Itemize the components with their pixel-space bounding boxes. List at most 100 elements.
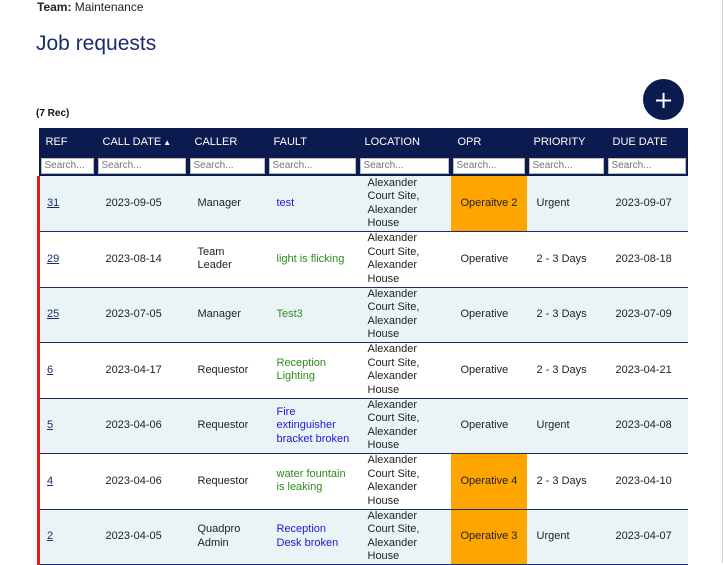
search-input-call-date[interactable] — [97, 157, 186, 174]
job-requests-table: REF CALL DATE ▲ CALLER FAULT LOCATION OPR… — [37, 128, 688, 565]
priority-cell: 2 - 3 Days — [526, 231, 606, 288]
table-row[interactable]: 6 2023-04-17 Requestor Reception Lightin… — [37, 342, 688, 399]
page-title: Job requests — [36, 32, 157, 55]
call-date-cell: 2023-04-06 — [95, 453, 188, 510]
caller-cell: Requestor — [187, 453, 267, 510]
caller-cell: Requestor — [187, 398, 267, 454]
opr-cell: Operative — [450, 398, 527, 454]
team-label: Team: Maintenance — [37, 0, 144, 14]
caller-cell: Manager — [187, 176, 267, 232]
sort-asc-icon: ▲ — [163, 137, 172, 147]
ref-link[interactable]: 31 — [47, 197, 59, 209]
ref-cell: 5 — [37, 398, 96, 454]
ref-cell: 2 — [37, 509, 96, 565]
due-date-cell: 2023-04-10 — [605, 453, 688, 510]
ref-link[interactable]: 5 — [47, 419, 53, 431]
call-date-cell: 2023-04-05 — [95, 509, 188, 565]
opr-cell: Operative 3 — [450, 509, 527, 565]
add-job-button[interactable]: + — [643, 79, 684, 120]
due-date-cell: 2023-04-21 — [605, 342, 688, 399]
filter-cell — [450, 155, 527, 176]
table-header-row: REF CALL DATE ▲ CALLER FAULT LOCATION OPR… — [38, 128, 688, 155]
fault-cell: light is flicking — [266, 231, 358, 288]
ref-cell: 6 — [37, 342, 96, 399]
due-date-cell: 2023-09-07 — [605, 176, 688, 232]
col-header-location[interactable]: LOCATION — [357, 128, 451, 155]
ref-link[interactable]: 25 — [47, 308, 59, 320]
fault-cell: water fountain is leaking — [266, 453, 358, 510]
filter-cell — [605, 155, 688, 176]
filter-cell — [95, 155, 188, 176]
search-input-ref[interactable] — [40, 157, 94, 174]
call-date-cell: 2023-08-14 — [95, 231, 188, 288]
call-date-cell: 2023-07-05 — [95, 287, 188, 343]
ref-cell: 29 — [37, 231, 96, 288]
opr-cell: Operative — [450, 231, 527, 288]
ref-link[interactable]: 29 — [47, 253, 59, 265]
priority-cell: Urgent — [526, 398, 606, 454]
call-date-cell: 2023-04-06 — [95, 398, 188, 454]
ref-cell: 4 — [37, 453, 96, 510]
fault-cell: Reception Lighting — [266, 342, 358, 399]
caller-cell: Team Leader — [187, 231, 267, 288]
col-header-call-date-label: CALL DATE — [102, 135, 162, 148]
team-label-key: Team: — [37, 0, 72, 14]
due-date-cell: 2023-04-08 — [605, 398, 688, 454]
ref-cell: 25 — [37, 287, 96, 343]
col-header-priority[interactable]: PRIORITY — [526, 128, 606, 155]
col-header-opr[interactable]: OPR — [450, 128, 527, 155]
ref-link[interactable]: 2 — [47, 530, 53, 542]
filter-cell — [266, 155, 358, 176]
search-input-opr[interactable] — [452, 157, 525, 174]
priority-cell: Urgent — [526, 176, 606, 232]
col-header-call-date[interactable]: CALL DATE ▲ — [95, 128, 188, 155]
opr-cell: Operative — [450, 287, 527, 343]
table-row[interactable]: 4 2023-04-06 Requestor water fountain is… — [37, 453, 688, 510]
priority-cell: 2 - 3 Days — [526, 342, 606, 399]
search-input-location[interactable] — [359, 157, 449, 174]
table-row[interactable]: 31 2023-09-05 Manager test Alexander Cou… — [37, 176, 688, 232]
team-name: Maintenance — [74, 0, 144, 14]
filter-cell — [526, 155, 606, 176]
priority-cell: Urgent — [526, 509, 606, 565]
table-row[interactable]: 29 2023-08-14 Team Leader light is flick… — [37, 231, 688, 288]
table-row[interactable]: 5 2023-04-06 Requestor Fire extinguisher… — [37, 398, 688, 454]
location-cell: Alexander Court Site, Alexander House — [357, 398, 451, 454]
col-header-ref[interactable]: REF — [38, 128, 96, 155]
caller-cell: Manager — [187, 287, 267, 343]
location-cell: Alexander Court Site, Alexander House — [357, 231, 451, 288]
caller-cell: Requestor — [187, 342, 267, 399]
due-date-cell: 2023-08-18 — [605, 231, 688, 288]
call-date-cell: 2023-04-17 — [95, 342, 188, 399]
col-header-caller[interactable]: CALLER — [187, 128, 267, 155]
table-row[interactable]: 2 2023-04-05 Quadpro Admin Reception Des… — [37, 509, 688, 565]
search-input-priority[interactable] — [528, 157, 604, 174]
col-header-fault[interactable]: FAULT — [266, 128, 358, 155]
record-count: (7 Rec) — [36, 108, 70, 119]
table-filter-row — [38, 155, 688, 176]
location-cell: Alexander Court Site, Alexander House — [357, 342, 451, 399]
fault-cell: Fire extinguisher bracket broken — [266, 398, 358, 454]
search-input-due-date[interactable] — [607, 157, 686, 174]
ref-link[interactable]: 6 — [47, 364, 53, 376]
call-date-cell: 2023-09-05 — [95, 176, 188, 232]
filter-cell — [357, 155, 451, 176]
priority-cell: 2 - 3 Days — [526, 453, 606, 510]
location-cell: Alexander Court Site, Alexander House — [357, 453, 451, 510]
ref-cell: 31 — [37, 176, 96, 232]
table-row[interactable]: 25 2023-07-05 Manager Test3 Alexander Co… — [37, 287, 688, 343]
col-header-due-date[interactable]: DUE DATE — [605, 128, 688, 155]
caller-cell: Quadpro Admin — [187, 509, 267, 565]
fault-cell: Reception Desk broken — [266, 509, 358, 565]
location-cell: Alexander Court Site, Alexander House — [357, 176, 451, 232]
priority-cell: 2 - 3 Days — [526, 287, 606, 343]
opr-cell: Operative 4 — [450, 453, 527, 510]
search-input-fault[interactable] — [268, 157, 356, 174]
filter-cell — [187, 155, 267, 176]
fault-cell: test — [266, 176, 358, 232]
location-cell: Alexander Court Site, Alexander House — [357, 287, 451, 343]
search-input-caller[interactable] — [189, 157, 265, 174]
due-date-cell: 2023-07-09 — [605, 287, 688, 343]
ref-link[interactable]: 4 — [47, 475, 53, 487]
due-date-cell: 2023-04-07 — [605, 509, 688, 565]
